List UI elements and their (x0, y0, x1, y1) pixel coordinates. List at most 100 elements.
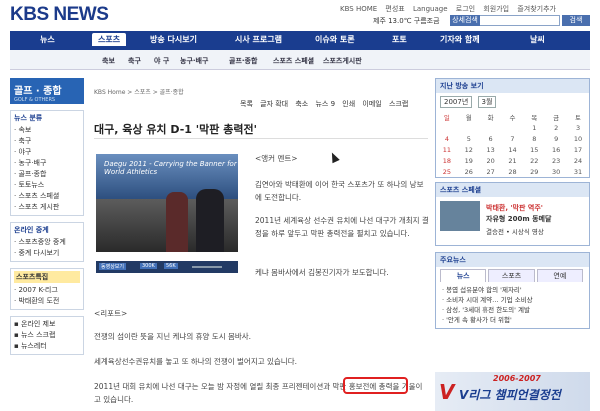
extra-item[interactable]: ▪ 뉴스 스크랩 (14, 330, 80, 341)
section-banner: 골프 · 종합 GOLF & OTHERS (10, 78, 84, 104)
special-subheadline[interactable]: 자유형 200m 동메달 (486, 214, 551, 224)
article-paragraph: 김연아와 박태환에 이어 한국 스포츠가 또 하나의 낭보에 도전합니다. (255, 180, 424, 202)
video-banner-text: Daegu 2011 - Carrying the Banner for Wor… (104, 160, 237, 176)
kbs-news-logo[interactable]: KBS NEWS (10, 4, 109, 26)
subnav-item[interactable]: 축구 (128, 56, 141, 66)
calendar-box: 지난 방송 보기 2007년 3월 일월화수목금토 123 4 5 6 7 8 9 10 1… (435, 78, 590, 178)
category-item[interactable]: · 스포츠 게시판 (14, 202, 80, 213)
link-bookmark[interactable]: 즐겨찾기추가 (517, 5, 556, 13)
play-video-button[interactable]: 동영상보기 (99, 263, 127, 270)
news-tabs: 뉴스 스포츠 연예 (436, 267, 589, 282)
volume-slider[interactable] (192, 266, 222, 268)
video-person (166, 192, 188, 252)
tab-entertainment[interactable]: 연예 (536, 269, 583, 282)
top-links: KBS HOME 편성표 Language 로그인 회원가입 즐겨찾기추가 (340, 4, 562, 14)
category-item[interactable]: · 속보 (14, 125, 80, 136)
category-item[interactable]: · 골프·종합 (14, 169, 80, 180)
subnav-item[interactable]: 스포츠 스페셜 (273, 56, 314, 66)
vleague-year: 2006-2007 (493, 374, 541, 383)
calendar-selectors: 2007년 3월 (436, 93, 589, 111)
subnav-item[interactable]: 농구·배구 (180, 56, 208, 66)
left-sidebar: 골프 · 종합 GOLF & OTHERS 뉴스 분류 · 속보 · 축구 · … (10, 78, 84, 355)
calendar-week: 18 19 20 21 22 23 24 (442, 156, 583, 165)
nav-item-reporters[interactable]: 기자와 함께 (440, 34, 480, 45)
news-category-title: 뉴스 분류 (14, 114, 43, 122)
category-item[interactable]: · 농구·배구 (14, 158, 80, 169)
year-select[interactable]: 2007년 (440, 96, 473, 108)
news-item[interactable]: · 삼성, '3세대 휴전 한도의' 계발 (442, 305, 583, 315)
calendar-title: 지난 방송 보기 (436, 79, 589, 93)
search-button[interactable]: 검색 (562, 15, 590, 26)
sub-nav: 축보 축구 야 구 농구·배구 골프·종합 스포츠 스페셜 스포츠게시판 (10, 50, 590, 70)
calendar-grid: 일월화수목금토 123 4 5 6 7 8 9 10 11 12 13 14 15 16 17 18 19… (436, 111, 589, 177)
subnav-item[interactable]: 축보 (102, 56, 115, 66)
category-item[interactable]: · 야구 (14, 147, 80, 158)
email-button[interactable]: 이메일 (362, 100, 381, 108)
vleague-logo: V (439, 380, 455, 404)
nav-item-weather[interactable]: 날씨 (530, 34, 545, 45)
news-item[interactable]: · 봉엽 섭유분야 합의 '제자리' (442, 285, 583, 295)
news9-button[interactable]: 뉴스 9 (315, 100, 335, 108)
special-title: 스포츠특집 (14, 271, 80, 283)
subnav-item[interactable]: 야 구 (154, 56, 169, 66)
subnav-item[interactable]: 골프·종합 (229, 56, 257, 66)
zoom-out-button[interactable]: 축소 (295, 100, 308, 108)
article-paragraph: 2011년 세계육상 선수권 유치에 나선 대구가 개최지 결정을 하루 앞두고… (255, 216, 429, 238)
subnav-item[interactable]: 스포츠게시판 (323, 56, 362, 66)
sports-special-box: 스포츠 스페셜 박태환, '막판 역주' 자유형 200m 동메달 결승전 • … (435, 182, 590, 246)
vleague-banner[interactable]: V 2006-2007 V리그 챔피언결정전 (435, 372, 590, 411)
print-button[interactable]: 인쇄 (342, 100, 355, 108)
online-relay-title: 온라인 중계 (14, 226, 49, 234)
scrap-button[interactable]: 스크랩 (389, 100, 408, 108)
news-item[interactable]: · 소비자 시대 계약… 기업 소비상 (442, 295, 583, 305)
tab-sports[interactable]: 스포츠 (488, 269, 535, 282)
link-login[interactable]: 로그인 (456, 5, 475, 13)
nav-item-current-affairs[interactable]: 시사 프로그램 (235, 34, 282, 45)
calendar-week: 11 12 13 14 15 16 17 (442, 145, 583, 154)
extra-item[interactable]: ▪ 뉴스레터 (14, 341, 80, 352)
special-item[interactable]: · 2007 K-리그 (14, 285, 80, 296)
vleague-title: V리그 챔피언결정전 (459, 388, 561, 402)
extra-item[interactable]: ▪ 온라인 제보 (14, 319, 80, 330)
logo-text: KBS NEWS (10, 4, 109, 25)
article-tools: 목록 글자 확대 축소 뉴스 9 인쇄 이메일 스크랩 (240, 99, 413, 109)
link-language[interactable]: Language (413, 5, 448, 13)
online-item[interactable]: · 스포츠중앙 중계 (14, 237, 80, 248)
category-item[interactable]: · 스포츠 스페셜 (14, 191, 80, 202)
nav-item-photo[interactable]: 포토 (392, 34, 407, 45)
zoom-in-button[interactable]: 글자 확대 (260, 100, 288, 108)
calendar-week: 123 (532, 123, 581, 132)
online-item[interactable]: · 중계 다시보기 (14, 248, 80, 259)
article-paragraph: <리포트> (94, 309, 128, 318)
special-headline[interactable]: 박태환, '막판 역주' (486, 203, 543, 213)
news-list: · 봉엽 섭유분야 합의 '제자리' · 소비자 시대 계약… 기업 소비상 ·… (436, 282, 589, 328)
nav-item-news[interactable]: 뉴스 (40, 34, 55, 45)
calendar-week: 25 26 27 28 29 30 31 (442, 167, 583, 176)
special-thumbnail[interactable] (440, 201, 480, 231)
quality-56k-button[interactable]: 56K (164, 263, 178, 269)
special-item[interactable]: · 박태환의 도전 (14, 296, 80, 307)
category-item[interactable]: · 축구 (14, 136, 80, 147)
link-kbs-home[interactable]: KBS HOME (340, 5, 377, 13)
article-paragraph: 전쟁의 섬이란 뜻을 지닌 케냐의 휴양 도시 몸바사. (94, 332, 252, 341)
sports-special-body[interactable]: 박태환, '막판 역주' 자유형 200m 동메달 결승전 • 시상식 영상 (436, 197, 589, 245)
list-button[interactable]: 목록 (240, 100, 253, 108)
tab-news[interactable]: 뉴스 (440, 269, 487, 282)
article-headline: 대구, 육상 유치 D-1 '막판 총력전' (94, 123, 257, 136)
nav-item-sports[interactable]: 스포츠 (92, 33, 127, 46)
news-item[interactable]: · '안게 속 황사가 더 위험' (442, 315, 583, 325)
month-select[interactable]: 3월 (477, 96, 497, 108)
video-controls: 동영상보기 300K 56K (96, 261, 238, 273)
nav-item-issues[interactable]: 이슈와 토론 (315, 34, 355, 45)
special-video-link[interactable]: 결승전 • 시상식 영상 (486, 226, 544, 236)
nav-item-replay[interactable]: 방송 다시보기 (150, 34, 197, 45)
link-signup[interactable]: 회원가입 (483, 5, 509, 13)
section-banner-title: 골프 · 종합 (14, 86, 62, 97)
quality-300k-button[interactable]: 300K (140, 263, 157, 269)
calendar-week: 4 5 6 7 8 9 10 (444, 134, 583, 143)
search-select[interactable]: 상세검색 (450, 15, 480, 26)
video-player[interactable]: Daegu 2011 - Carrying the Banner for Wor… (96, 154, 238, 252)
site-header: KBS NEWS KBS HOME 편성표 Language 로그인 회원가입 … (0, 0, 600, 30)
category-item[interactable]: · 토토뉴스 (14, 180, 80, 191)
link-schedule[interactable]: 편성표 (385, 5, 404, 13)
